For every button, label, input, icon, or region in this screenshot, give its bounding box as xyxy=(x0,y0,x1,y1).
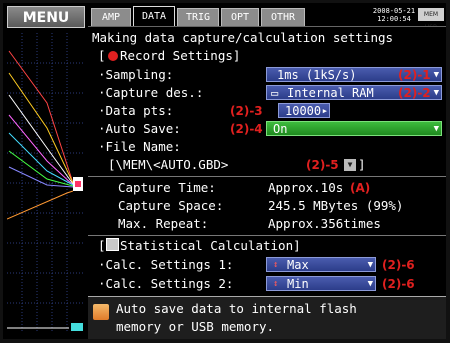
sampling-value: 1ms (1kS/s) xyxy=(277,68,357,82)
divider xyxy=(88,176,446,177)
dropdown-arrow-icon: ▼ xyxy=(367,260,373,270)
page-heading: Making data capture/calculation settings xyxy=(88,29,446,47)
capture-space-label: Capture Space: xyxy=(118,198,224,213)
auto-save-select[interactable]: On ▼ xyxy=(266,121,442,136)
file-path-text[interactable]: [\MEM\<AUTO.GBD> xyxy=(108,156,228,174)
file-name-row: ·File Name: xyxy=(88,138,446,156)
spin-arrow-icon: ▶ xyxy=(322,107,327,115)
capture-destination-value: Internal RAM xyxy=(287,86,374,100)
data-points-row: ·Data pts: (2)-3 10000 ▶ xyxy=(88,102,446,120)
help-icon xyxy=(93,304,109,320)
file-path-close-bracket: ] xyxy=(358,157,366,172)
calc-settings-1-value: Max xyxy=(287,258,309,272)
wave-trace xyxy=(8,132,74,186)
calc-settings-2-row: ·Calc. Settings 2: ↕ Min ▼ (2)-6 xyxy=(88,275,446,293)
calc-settings-2-value: Min xyxy=(287,277,309,291)
dropdown-arrow-icon: ▼ xyxy=(433,124,439,134)
calc-settings-1-row: ·Calc. Settings 1: ↕ Max ▼ (2)-6 xyxy=(88,256,446,274)
cursor-marker xyxy=(71,323,83,331)
data-points-label: ·Data pts: xyxy=(98,103,174,118)
annotation-2-1: (2)-1 xyxy=(398,68,431,82)
tab-trig[interactable]: TRIG xyxy=(177,8,219,26)
memory-chip-icon: ▭ xyxy=(271,86,279,100)
capture-destination-label: ·Capture des.: xyxy=(98,85,204,100)
help-bar: Auto save data to internal flash memory … xyxy=(88,296,446,339)
settings-panel: Making data capture/calculation settings… xyxy=(88,26,446,297)
file-dropdown-button[interactable]: ▼ xyxy=(344,159,356,171)
cursor-marker xyxy=(75,181,81,187)
auto-save-row: ·Auto Save: (2)-4 On ▼ xyxy=(88,120,446,138)
section-bracket: [ xyxy=(98,238,106,253)
sampling-row: ·Sampling: 1ms (1kS/s) ▼ (2)-1 xyxy=(88,66,446,84)
annotation-a: (A) xyxy=(350,181,371,195)
wave-trace xyxy=(8,150,74,187)
data-points-spin[interactable]: 10000 ▶ xyxy=(278,103,330,118)
annotation-2-6: (2)-6 xyxy=(382,258,415,272)
max-repeat-value: Approx.356times xyxy=(268,216,381,231)
calc-settings-2-label: ·Calc. Settings 2: xyxy=(98,276,234,291)
wave-trace xyxy=(8,94,74,185)
record-settings-header: [ Record Settings] xyxy=(88,47,446,65)
device-screen: MENU AMP DATA TRIG OPT OTHR 2008-05-21 1… xyxy=(3,3,446,339)
tab-amp[interactable]: AMP xyxy=(91,8,131,26)
menu-button[interactable]: MENU xyxy=(7,6,85,28)
help-text-line-1: Auto save data to internal flash xyxy=(116,301,357,316)
file-name-label: ·File Name: xyxy=(98,139,181,154)
max-repeat-label: Max. Repeat: xyxy=(118,216,209,231)
max-repeat-row: Max. Repeat: Approx.356times xyxy=(88,215,446,233)
annotation-2-3: (2)-3 xyxy=(230,104,263,118)
heading-text: Making data capture/calculation settings xyxy=(92,30,394,45)
calc-settings-2-select[interactable]: ↕ Min ▼ xyxy=(266,276,376,291)
divider xyxy=(88,235,446,236)
calc-settings-1-select[interactable]: ↕ Max ▼ xyxy=(266,257,376,272)
date-text: 2008-05-21 xyxy=(372,7,416,15)
annotation-2-2: (2)-2 xyxy=(398,86,431,100)
record-settings-title: Record Settings] xyxy=(120,48,241,63)
statistical-calculation-title: Statistical Calculation] xyxy=(120,238,301,253)
sampling-label: ·Sampling: xyxy=(98,67,174,82)
memory-usb-badge: MEM USB xyxy=(418,8,444,31)
waveform-preview xyxy=(7,33,85,333)
time-text: 12:00:54 xyxy=(377,15,411,23)
dropdown-arrow-icon: ▼ xyxy=(433,88,439,98)
record-dot-icon xyxy=(108,47,119,65)
device-frame: MENU AMP DATA TRIG OPT OTHR 2008-05-21 1… xyxy=(0,0,450,343)
waveform-chart xyxy=(7,33,85,333)
capture-space-value: 245.5 MBytes (99%) xyxy=(268,198,404,213)
channel-marker-icon: ↕ xyxy=(273,260,279,270)
date-time-display: 2008-05-21 12:00:54 xyxy=(371,7,417,23)
wave-trace xyxy=(7,190,74,220)
section-bracket: [ xyxy=(98,48,106,63)
auto-save-value: On xyxy=(273,122,288,136)
annotation-2-4: (2)-4 xyxy=(230,122,263,136)
capture-space-row: Capture Space: 245.5 MBytes (99%) xyxy=(88,197,446,215)
annotation-2-6: (2)-6 xyxy=(382,277,415,291)
capture-time-label: Capture Time: xyxy=(118,180,216,195)
capture-time-row: Capture Time: Approx.10s (A) xyxy=(88,179,446,197)
wave-trace xyxy=(8,72,74,184)
capture-time-value: Approx.10s xyxy=(268,180,344,195)
channel-marker-icon: ↕ xyxy=(273,279,279,289)
file-path-row: [\MEM\<AUTO.GBD> (2)-5 ▼ ] xyxy=(88,156,446,174)
tab-opt[interactable]: OPT xyxy=(221,8,259,26)
dropdown-arrow-icon: ▼ xyxy=(433,70,439,80)
capture-destination-row: ·Capture des.: ▭ Internal RAM ▼ (2)-2 xyxy=(88,84,446,102)
auto-save-label: ·Auto Save: xyxy=(98,121,181,136)
help-text-line-2: memory or USB memory. xyxy=(116,319,275,334)
data-points-value: 10000 xyxy=(285,104,322,118)
annotation-2-5: (2)-5 xyxy=(306,158,339,172)
tab-data[interactable]: DATA xyxy=(133,6,175,26)
calc-settings-1-label: ·Calc. Settings 1: xyxy=(98,257,234,272)
dropdown-arrow-icon: ▼ xyxy=(367,279,373,289)
statistical-calculation-header: [ Statistical Calculation] xyxy=(88,237,446,255)
tab-othr[interactable]: OTHR xyxy=(261,8,305,26)
calculator-icon xyxy=(106,237,120,255)
